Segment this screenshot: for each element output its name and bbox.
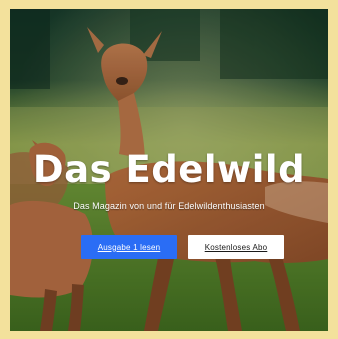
hero-content: Das Edelwild Das Magazin von und für Ede… [10,9,328,331]
hero-subtitle: Das Magazin von und für Edelwildenthusia… [73,201,265,211]
free-subscription-button[interactable]: Kostenloses Abo [188,235,284,259]
read-issue-button[interactable]: Ausgabe 1 lesen [81,235,177,259]
hero-section: Das Edelwild Das Magazin von und für Ede… [10,9,328,331]
hero-title: Das Edelwild [32,147,306,191]
